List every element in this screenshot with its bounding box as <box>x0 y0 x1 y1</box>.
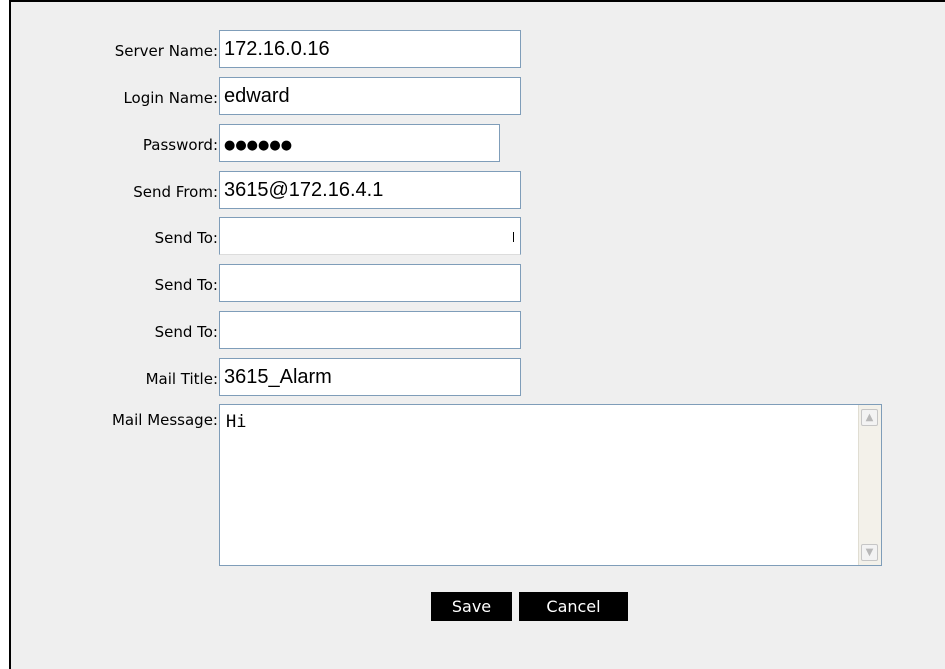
send-to-label: Send To: <box>154 229 218 247</box>
password-input[interactable]: ●●●●●● <box>219 124 500 162</box>
send-to-input-1[interactable] <box>219 217 521 255</box>
mail-title-input[interactable]: 3615_Alarm <box>219 358 521 396</box>
login-name-label: Login Name: <box>123 89 218 107</box>
text-cursor <box>513 232 514 242</box>
server-name-label: Server Name: <box>114 42 218 60</box>
send-to-input-2[interactable] <box>219 264 521 302</box>
send-to-label: Send To: <box>154 276 218 294</box>
chevron-up-icon[interactable]: ▲ <box>861 409 878 426</box>
send-from-label: Send From: <box>133 183 218 201</box>
cancel-button[interactable]: Cancel <box>519 592 628 621</box>
password-label: Password: <box>142 136 218 154</box>
send-from-input[interactable]: 3615@172.16.4.1 <box>219 171 521 209</box>
login-name-input[interactable]: edward <box>219 77 521 115</box>
send-to-input-3[interactable] <box>219 311 521 349</box>
server-name-input[interactable]: 172.16.0.16 <box>219 30 521 68</box>
textarea-scrollbar[interactable]: ▲ ▼ <box>858 405 881 565</box>
mail-message-textarea[interactable]: Hi ▲ ▼ <box>219 404 882 566</box>
chevron-down-icon[interactable]: ▼ <box>861 544 878 561</box>
mail-title-label: Mail Title: <box>145 370 218 388</box>
mail-message-label: Mail Message: <box>111 411 218 429</box>
mail-message-text: Hi <box>226 412 247 432</box>
send-to-label: Send To: <box>154 323 218 341</box>
save-button[interactable]: Save <box>431 592 512 621</box>
